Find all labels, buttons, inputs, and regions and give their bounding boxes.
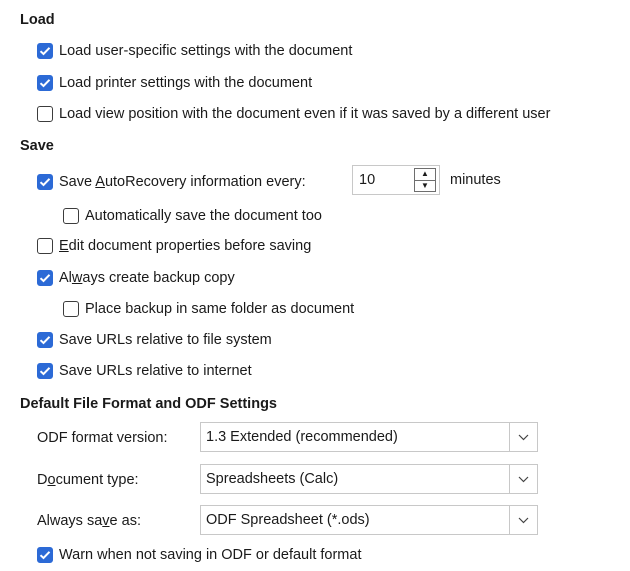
urls-internet-label: Save URLs relative to internet bbox=[59, 363, 252, 379]
warn-odf-label: Warn when not saving in ODF or default f… bbox=[59, 547, 362, 563]
load-user-settings-option[interactable]: Load user-specific settings with the doc… bbox=[37, 40, 352, 62]
load-printer-settings-option[interactable]: Load printer settings with the document bbox=[37, 72, 312, 94]
check-icon bbox=[39, 551, 51, 560]
chevron-down-icon[interactable] bbox=[509, 506, 537, 534]
save-as-value: ODF Spreadsheet (*.ods) bbox=[206, 512, 370, 528]
chevron-down-icon[interactable] bbox=[509, 465, 537, 493]
load-printer-settings-label: Load printer settings with the document bbox=[59, 75, 313, 91]
spin-up-icon[interactable]: ▲ bbox=[415, 169, 435, 180]
warn-odf-option[interactable]: Warn when not saving in ODF or default f… bbox=[37, 544, 361, 566]
load-user-settings-label: Load user-specific settings with the doc… bbox=[59, 43, 353, 59]
doc-type-label: Document type: bbox=[37, 472, 139, 488]
load-view-position-label: Load view position with the document eve… bbox=[59, 106, 551, 122]
autorecovery-option[interactable]: Save AutoRecovery information every: bbox=[37, 171, 306, 193]
odf-version-value: 1.3 Extended (recommended) bbox=[206, 429, 398, 445]
odf-version-label: ODF format version: bbox=[37, 430, 168, 446]
doc-type-select[interactable]: Spreadsheets (Calc) bbox=[200, 464, 538, 494]
backup-copy-label: Always create backup copy bbox=[59, 270, 235, 286]
auto-save-doc-checkbox[interactable] bbox=[63, 208, 79, 224]
edit-props-checkbox[interactable] bbox=[37, 238, 53, 254]
spin-buttons[interactable]: ▲ ▼ bbox=[414, 168, 436, 192]
spin-down-icon[interactable]: ▼ bbox=[415, 179, 435, 192]
autorecovery-checkbox[interactable] bbox=[37, 174, 53, 190]
check-icon bbox=[39, 178, 51, 187]
backup-same-folder-checkbox[interactable] bbox=[63, 301, 79, 317]
autorecovery-unit-label: minutes bbox=[450, 172, 501, 188]
auto-save-doc-label: Automatically save the document too bbox=[85, 208, 322, 224]
backup-copy-option[interactable]: Always create backup copy bbox=[37, 267, 235, 289]
check-icon bbox=[39, 47, 51, 56]
urls-file-system-checkbox[interactable] bbox=[37, 332, 53, 348]
save-as-label: Always save as: bbox=[37, 513, 141, 529]
save-as-select[interactable]: ODF Spreadsheet (*.ods) bbox=[200, 505, 538, 535]
save-heading: Save bbox=[20, 138, 54, 154]
backup-copy-checkbox[interactable] bbox=[37, 270, 53, 286]
load-printer-settings-checkbox[interactable] bbox=[37, 75, 53, 91]
doc-type-value: Spreadsheets (Calc) bbox=[206, 471, 339, 487]
load-view-position-checkbox[interactable] bbox=[37, 106, 53, 122]
edit-props-label: Edit document properties before saving bbox=[59, 238, 312, 254]
check-icon bbox=[39, 367, 51, 376]
chevron-down-icon[interactable] bbox=[509, 423, 537, 451]
backup-same-folder-label: Place backup in same folder as document bbox=[85, 301, 355, 317]
autorecovery-interval-spinbox[interactable]: 10 ▲ ▼ bbox=[352, 165, 440, 195]
autorecovery-label: Save AutoRecovery information every: bbox=[59, 174, 306, 190]
check-icon bbox=[39, 336, 51, 345]
auto-save-doc-option[interactable]: Automatically save the document too bbox=[63, 205, 322, 227]
urls-internet-option[interactable]: Save URLs relative to internet bbox=[37, 360, 252, 382]
backup-same-folder-option[interactable]: Place backup in same folder as document bbox=[63, 298, 354, 320]
autorecovery-interval-value[interactable]: 10 bbox=[353, 172, 414, 188]
odf-version-select[interactable]: 1.3 Extended (recommended) bbox=[200, 422, 538, 452]
default-format-heading: Default File Format and ODF Settings bbox=[20, 396, 277, 412]
urls-file-system-option[interactable]: Save URLs relative to file system bbox=[37, 329, 272, 351]
load-user-settings-checkbox[interactable] bbox=[37, 43, 53, 59]
check-icon bbox=[39, 79, 51, 88]
urls-file-system-label: Save URLs relative to file system bbox=[59, 332, 272, 348]
check-icon bbox=[39, 274, 51, 283]
load-heading: Load bbox=[20, 12, 55, 28]
load-view-position-option[interactable]: Load view position with the document eve… bbox=[37, 103, 550, 125]
edit-props-option[interactable]: Edit document properties before saving bbox=[37, 235, 311, 257]
urls-internet-checkbox[interactable] bbox=[37, 363, 53, 379]
warn-odf-checkbox[interactable] bbox=[37, 547, 53, 563]
